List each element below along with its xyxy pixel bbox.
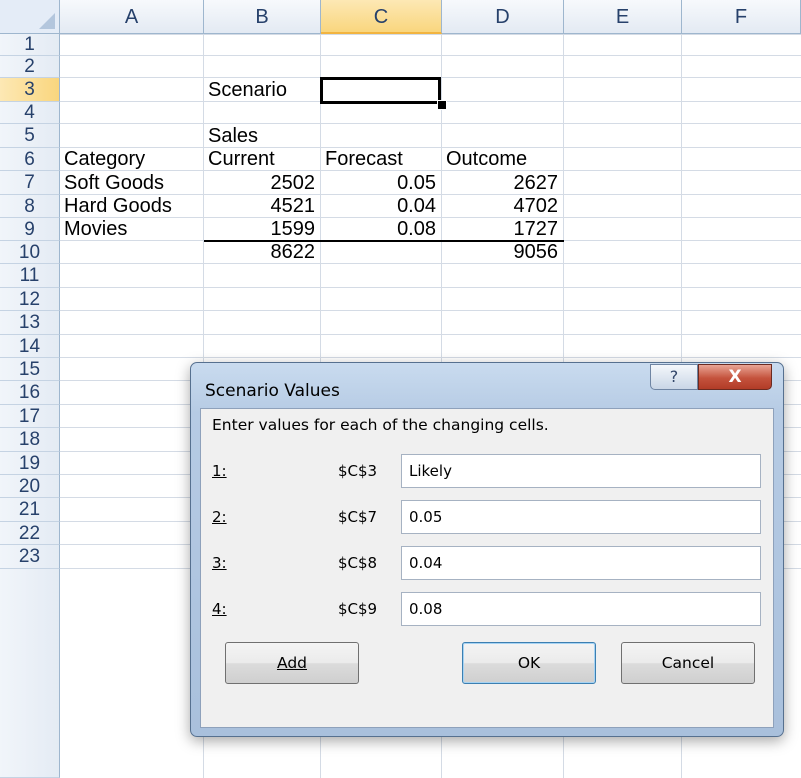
cell-b9[interactable]: 1599 (208, 218, 316, 241)
cell-a7[interactable]: Soft Goods (64, 171, 198, 195)
row-header-16[interactable]: 16 (0, 381, 60, 405)
row-label-2-text: 2: (212, 508, 227, 526)
row-header-13[interactable]: 13 (0, 311, 60, 335)
column-header-e[interactable]: E (564, 0, 682, 34)
value-input-4[interactable] (401, 592, 761, 626)
cell-a8[interactable]: Hard Goods (64, 195, 198, 218)
total-border-line (204, 240, 564, 242)
row-label-3-text: 3: (212, 554, 227, 572)
row-header-1[interactable]: 1 (0, 34, 60, 56)
value-input-2[interactable] (401, 500, 761, 534)
gridline-horizontal (60, 357, 801, 358)
row-header-9[interactable]: 9 (0, 218, 60, 241)
add-button-label: Add (276, 654, 307, 672)
cell-a6[interactable]: Category (64, 148, 198, 171)
row-header-21[interactable]: 21 (0, 498, 60, 522)
close-button[interactable]: X (698, 364, 772, 390)
cell-d6[interactable]: Outcome (446, 148, 558, 171)
row-label-4: 4: (212, 600, 227, 618)
cell-b7[interactable]: 2502 (208, 171, 316, 195)
gridline-horizontal (60, 263, 801, 264)
gridline-horizontal (60, 123, 801, 124)
close-icon: X (728, 367, 742, 387)
value-input-1[interactable] (401, 454, 761, 488)
cell-c6[interactable]: Forecast (325, 148, 436, 171)
row-header-15[interactable]: 15 (0, 358, 60, 381)
row-header-2[interactable]: 2 (0, 56, 60, 78)
cell-b6[interactable]: Current (208, 148, 315, 171)
column-header-d[interactable]: D (442, 0, 564, 34)
cell-a9[interactable]: Movies (64, 218, 198, 241)
row-header-20[interactable]: 20 (0, 475, 60, 498)
row-header-12[interactable]: 12 (0, 288, 60, 311)
cell-ref-2: $C$7 (338, 508, 378, 526)
gridline-horizontal (60, 334, 801, 335)
dialog-title: Scenario Values (205, 381, 340, 401)
row-header-24-partial[interactable] (0, 569, 60, 778)
cell-c8[interactable]: 0.04 (325, 195, 436, 218)
row-header-5[interactable]: 5 (0, 124, 60, 148)
cell-d10[interactable]: 9056 (446, 241, 559, 264)
row-header-7[interactable]: 7 (0, 171, 60, 195)
scenario-values-dialog: Scenario Values ? X Enter values for eac… (190, 362, 784, 737)
fill-handle[interactable] (437, 100, 447, 110)
gridline-horizontal (60, 287, 801, 288)
row-header-4[interactable]: 4 (0, 102, 60, 124)
active-cell-c3[interactable] (320, 77, 441, 104)
cell-ref-1: $C$3 (338, 462, 378, 480)
cell-ref-4: $C$9 (338, 600, 378, 618)
dialog-body: Enter values for each of the changing ce… (200, 408, 774, 728)
cell-d7[interactable]: 2627 (446, 171, 559, 195)
row-header-18[interactable]: 18 (0, 428, 60, 452)
cell-b10[interactable]: 8622 (208, 241, 316, 264)
row-header-11[interactable]: 11 (0, 264, 60, 288)
row-header-23[interactable]: 23 (0, 545, 60, 569)
column-header-f[interactable]: F (682, 0, 801, 34)
cell-b3[interactable]: Scenario (208, 78, 315, 102)
cell-ref-3: $C$8 (338, 554, 378, 572)
dialog-instructions: Enter values for each of the changing ce… (212, 416, 549, 434)
cell-d8[interactable]: 4702 (446, 195, 559, 218)
row-label-1: 1: (212, 462, 227, 480)
help-button[interactable]: ? (650, 364, 698, 390)
row-header-6[interactable]: 6 (0, 148, 60, 171)
row-header-19[interactable]: 19 (0, 452, 60, 475)
cancel-button[interactable]: Cancel (621, 642, 755, 684)
cell-c7[interactable]: 0.05 (325, 171, 436, 195)
cell-b8[interactable]: 4521 (208, 195, 316, 218)
add-button[interactable]: Add (225, 642, 359, 684)
row-label-3: 3: (212, 554, 227, 572)
row-header-14[interactable]: 14 (0, 335, 60, 358)
column-header-b[interactable]: B (204, 0, 321, 34)
column-header-c[interactable]: C (321, 0, 442, 34)
row-header-8[interactable]: 8 (0, 195, 60, 218)
gridline-horizontal (60, 34, 801, 35)
row-header-17[interactable]: 17 (0, 405, 60, 428)
row-header-10[interactable]: 10 (0, 241, 60, 264)
row-label-1-text: 1: (212, 462, 227, 480)
value-input-3[interactable] (401, 546, 761, 580)
select-all-corner[interactable] (0, 0, 60, 34)
gridline-horizontal (60, 55, 801, 56)
gridline-horizontal (60, 310, 801, 311)
cell-c9[interactable]: 0.08 (325, 218, 436, 241)
cell-b5[interactable]: Sales (208, 124, 315, 148)
row-header-3[interactable]: 3 (0, 78, 60, 102)
column-header-a[interactable]: A (60, 0, 204, 34)
row-header-22[interactable]: 22 (0, 522, 60, 545)
ok-button[interactable]: OK (462, 642, 596, 684)
question-mark-icon: ? (669, 367, 679, 386)
cell-d9[interactable]: 1727 (446, 218, 559, 241)
select-all-triangle-icon (39, 13, 55, 29)
row-label-2: 2: (212, 508, 227, 526)
row-label-4-text: 4: (212, 600, 227, 618)
